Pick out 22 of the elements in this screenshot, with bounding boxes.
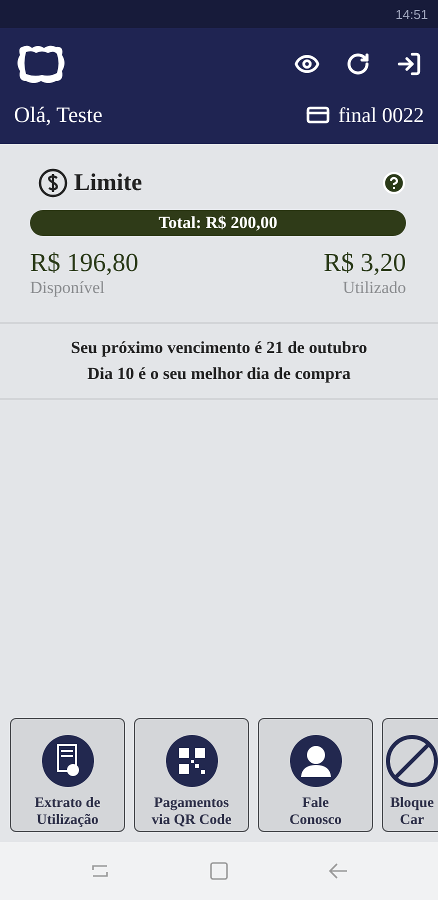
- prohibited-icon: [384, 733, 438, 789]
- available-amount: R$ 196,80: [30, 248, 138, 278]
- shortcut-tile[interactable]: Pagamentos via QR Code: [134, 718, 249, 832]
- due-info-text: Dia 10 é o seu melhor dia de compra: [87, 364, 351, 384]
- available-label: Disponível: [30, 278, 105, 298]
- greeting: Olá, Teste: [14, 102, 102, 128]
- home-icon[interactable]: [208, 860, 230, 882]
- dollar-icon: [38, 168, 68, 198]
- total-limit-bar: Total: R$ 200,00: [30, 210, 406, 236]
- person-icon: [288, 733, 344, 789]
- shortcut-tile[interactable]: Extrato de Utilização: [10, 718, 125, 832]
- used-label: Utilizado: [342, 278, 406, 298]
- used-amount: R$ 3,20: [324, 248, 406, 278]
- due-info-text: Seu próximo vencimento é 21 de outubro: [70, 338, 368, 358]
- status-time: 14:51: [395, 6, 428, 22]
- qr-code-icon: [164, 733, 220, 789]
- card-number: final 0022: [338, 102, 424, 128]
- shortcut-tile[interactable]: Bloque Car: [382, 718, 438, 832]
- document-icon: [40, 733, 96, 789]
- limit-title: Limite: [74, 170, 142, 196]
- help-icon[interactable]: [382, 171, 406, 195]
- shortcut-tile[interactable]: Fale Conosco: [258, 718, 373, 832]
